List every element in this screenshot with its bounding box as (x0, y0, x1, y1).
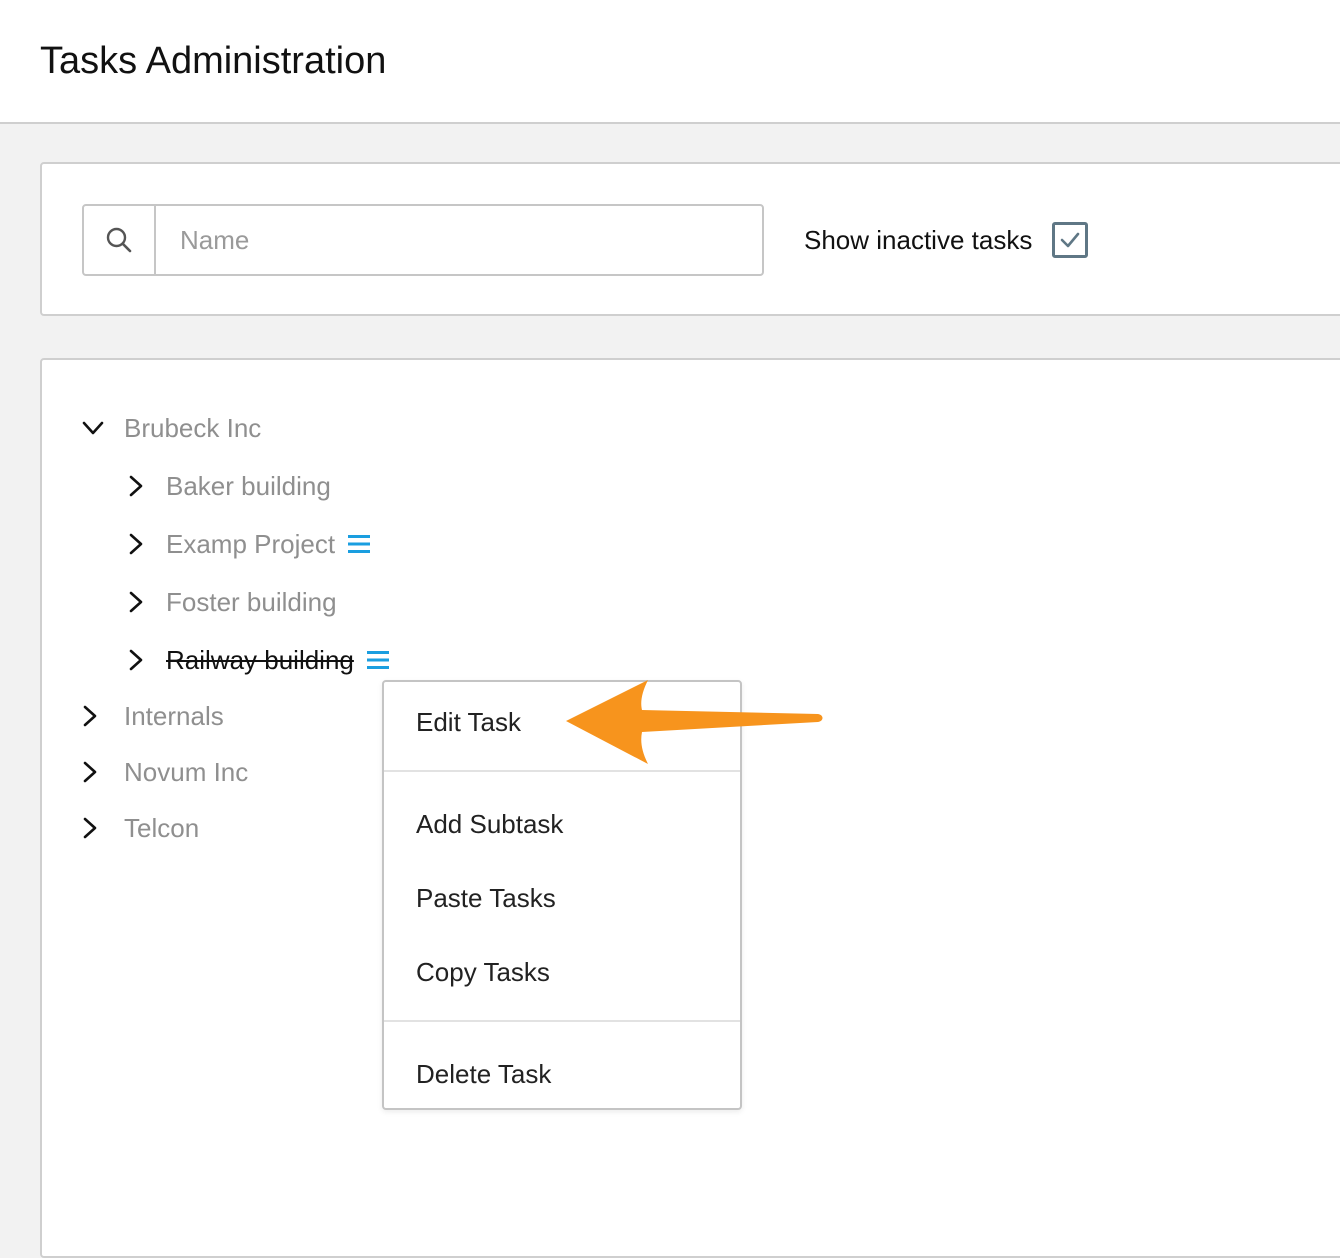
menu-item-delete-task[interactable]: Delete Task (384, 1046, 740, 1102)
tree-node-internals[interactable]: Internals (74, 696, 224, 736)
tree-node-label: Internals (124, 701, 224, 731)
tree-node-brubeck-inc[interactable]: Brubeck Inc (78, 408, 261, 448)
menu-divider (384, 1020, 740, 1022)
tree-node-examp-project[interactable]: Examp Project (120, 524, 371, 564)
chevron-right-icon[interactable] (120, 645, 150, 675)
tree-node-label: Brubeck Inc (124, 413, 262, 443)
hamburger-menu-icon[interactable] (366, 649, 390, 671)
chevron-right-icon[interactable] (120, 587, 150, 617)
tree-node-novum-inc[interactable]: Novum Inc (74, 752, 248, 792)
chevron-right-icon[interactable] (74, 757, 104, 787)
tree-node-baker-building[interactable]: Baker building (120, 466, 331, 506)
chevron-down-icon[interactable] (78, 413, 108, 443)
search-icon[interactable] (84, 206, 156, 274)
tree-node-foster-building[interactable]: Foster building (120, 582, 337, 622)
hamburger-menu-icon[interactable] (347, 533, 371, 555)
tree-node-telcon[interactable]: Telcon (74, 808, 199, 848)
tree-node-label: Foster building (166, 587, 337, 617)
menu-item-edit-task[interactable]: Edit Task (384, 694, 740, 750)
tree-node-label: Telcon (124, 813, 200, 843)
search-box[interactable] (82, 204, 764, 276)
tree-node-label: Novum Inc (124, 757, 249, 787)
menu-item-paste-tasks[interactable]: Paste Tasks (384, 870, 740, 926)
tree-node-label: Examp Project (166, 529, 336, 559)
tree-node-label: Railway building (166, 645, 354, 675)
page-header: Tasks Administration (0, 0, 1340, 124)
page-title: Tasks Administration (40, 40, 387, 82)
tree-node-label: Baker building (166, 471, 331, 501)
chevron-right-icon[interactable] (74, 813, 104, 843)
filter-panel: Show inactive tasks (40, 162, 1340, 316)
menu-divider (384, 770, 740, 772)
task-context-menu: Edit Task Add Subtask Paste Tasks Copy T… (382, 680, 742, 1110)
show-inactive-checkbox[interactable] (1052, 222, 1088, 258)
search-input[interactable] (156, 206, 762, 274)
chevron-right-icon[interactable] (120, 529, 150, 559)
show-inactive-label: Show inactive tasks (804, 225, 1033, 255)
menu-item-copy-tasks[interactable]: Copy Tasks (384, 944, 740, 1000)
chevron-right-icon[interactable] (74, 701, 104, 731)
chevron-right-icon[interactable] (120, 471, 150, 501)
tree-node-railway-building[interactable]: Railway building (120, 640, 390, 680)
menu-item-add-subtask[interactable]: Add Subtask (384, 796, 740, 852)
checkmark-icon (1060, 232, 1080, 248)
